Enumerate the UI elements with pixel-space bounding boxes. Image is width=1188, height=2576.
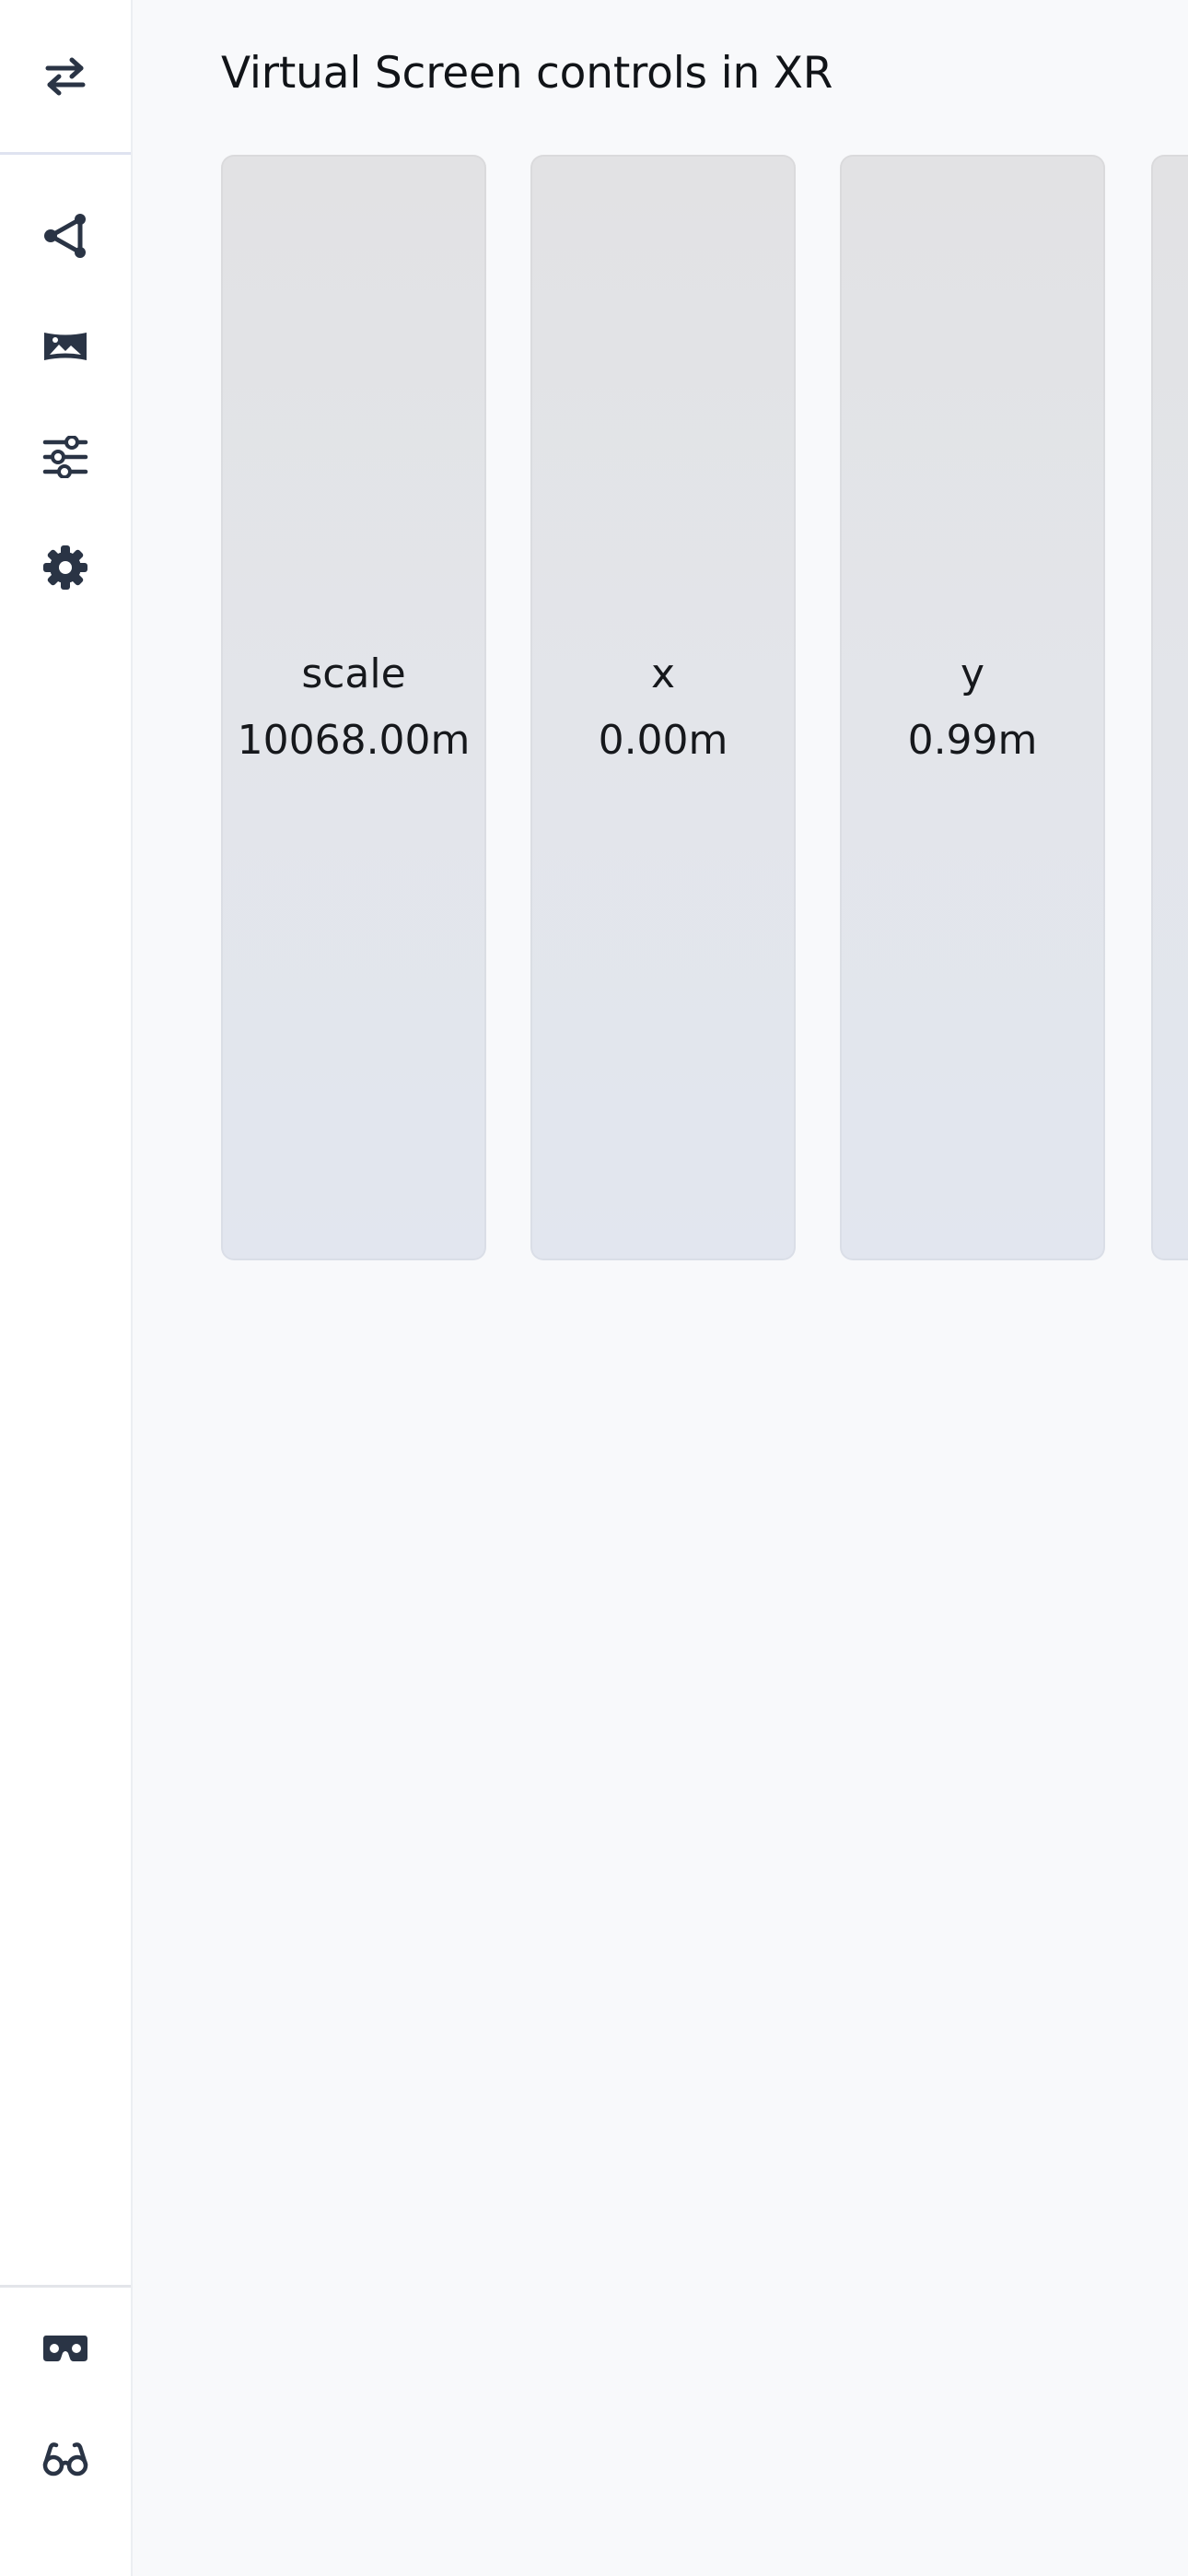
page-title: Virtual Screen controls in XR [221, 48, 833, 99]
sliders-icon [42, 436, 88, 478]
sidebar-item-vr[interactable] [0, 2293, 131, 2404]
control-y[interactable]: y 0.99m [840, 155, 1105, 1260]
control-value: 10068.00m [237, 717, 471, 764]
app-root: Virtual Screen controls in XR scale 1006… [0, 0, 1188, 2576]
control-value: 0.00m [598, 717, 728, 764]
control-partial[interactable] [1151, 155, 1188, 1260]
control-label: y [960, 650, 985, 697]
swap-button[interactable] [0, 0, 131, 155]
sidebar-item-settings[interactable] [0, 512, 131, 623]
image-panorama-icon [42, 329, 88, 364]
swap-arrows-icon [44, 56, 87, 97]
control-x[interactable]: x 0.00m [530, 155, 796, 1260]
sidebar-bottom [0, 2285, 131, 2514]
gear-icon [42, 544, 88, 591]
control-scale[interactable]: scale 10068.00m [221, 155, 486, 1260]
sidebar-nav [0, 181, 131, 623]
main-content: Virtual Screen controls in XR scale 1006… [133, 0, 1188, 2576]
share-nodes-icon [43, 212, 87, 260]
sidebar [0, 0, 133, 2576]
sidebar-item-panorama[interactable] [0, 291, 131, 402]
vr-headset-icon [42, 2333, 88, 2364]
sidebar-item-glasses[interactable] [0, 2404, 131, 2514]
sidebar-item-share[interactable] [0, 181, 131, 291]
sidebar-item-sliders[interactable] [0, 402, 131, 512]
controls-row: scale 10068.00m x 0.00m y 0.99m [221, 155, 1188, 1260]
control-label: scale [301, 650, 406, 697]
control-label: x [650, 650, 676, 697]
control-value: 0.99m [907, 717, 1038, 764]
glasses-icon [41, 2441, 89, 2476]
